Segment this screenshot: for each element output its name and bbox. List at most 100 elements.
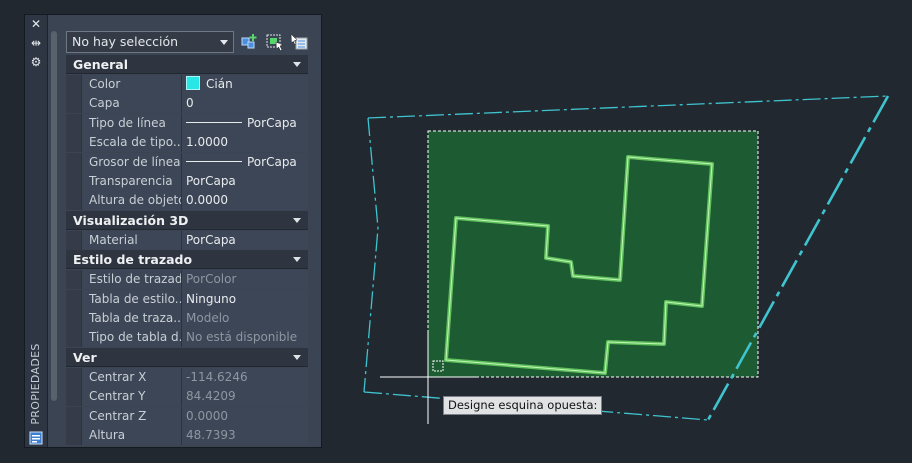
property-name: Tipo de tabla d... [82,328,182,348]
property-name: Tipo de línea [82,113,182,133]
property-value-text: 0.0000 [186,193,228,208]
property-name: Color [82,75,182,94]
property-row[interactable]: Tabla de traza... Modelo [66,309,308,328]
property-value-text: PorColor [186,272,237,287]
property-value-text: Cián [206,77,233,91]
scrollbar-thumb[interactable] [51,31,57,401]
property-value-text: PorCapa [247,115,297,130]
property-row[interactable]: Material PorCapa [66,230,308,250]
property-value-text: 0 [186,96,194,111]
row-gutter [66,113,82,133]
property-row[interactable]: Altura 48.7393 [66,426,308,445]
section-title: General [73,57,128,72]
property-value[interactable]: -114.6246 [182,367,308,387]
linetype-sample [186,160,242,162]
property-row[interactable]: Estilo de trazado PorColor [66,270,308,290]
property-value-text: Ninguno [186,291,237,306]
property-value[interactable]: PorColor [182,270,308,290]
property-name: Tabla de estilo... [82,289,182,309]
property-value[interactable]: 1.0000 [182,133,308,153]
quick-select-icon[interactable] [240,32,260,52]
section-header[interactable]: General [66,55,308,74]
row-gutter [66,426,82,445]
close-icon[interactable]: ✕ [28,17,44,31]
palette-title: PROPIEDADES [29,343,42,425]
property-value[interactable]: Cián [182,75,308,94]
property-value-text: PorCapa [186,232,236,247]
row-gutter [66,172,82,191]
chevron-down-icon[interactable] [293,354,301,360]
palette-scrollbar[interactable] [51,31,57,401]
property-name: Capa [82,94,182,114]
property-value[interactable]: PorCapa [182,152,308,172]
property-row[interactable]: Centrar Z 0.0000 [66,406,308,426]
property-value-text: 0.0000 [186,408,228,423]
property-name: Estilo de trazado [82,270,182,290]
property-value[interactable]: 84.4209 [182,387,308,407]
property-row[interactable]: Centrar Y 84.4209 [66,387,308,407]
section-title: Ver [73,349,97,365]
section-header[interactable]: Ver [66,347,308,367]
chevron-down-icon [220,40,228,45]
chevron-down-icon[interactable] [293,62,301,67]
row-gutter [66,387,82,407]
property-value[interactable]: PorCapa [182,230,308,250]
toggle-pickadd-icon[interactable] [289,32,309,52]
property-name: Tabla de traza... [82,309,182,328]
property-row[interactable]: Tabla de estilo... Ninguno [66,289,308,309]
property-value[interactable]: 48.7393 [182,426,308,445]
autohide-icon[interactable]: ⇹ [28,36,44,50]
chevron-down-icon[interactable] [293,217,301,223]
property-value-text: No está disponible [186,330,298,345]
chevron-down-icon[interactable] [293,257,301,263]
selection-dropdown[interactable]: No hay selección [66,31,234,53]
property-value[interactable]: Ninguno [182,289,308,309]
row-gutter [66,152,82,172]
property-row[interactable]: Color Cián [66,75,308,94]
selection-value: No hay selección [72,34,179,49]
row-gutter [66,94,82,114]
property-row[interactable]: Transparencia PorCapa [66,172,308,191]
linetype-sample [186,121,242,123]
property-value[interactable]: 0.0000 [182,191,308,211]
section-title: Estilo de trazado [73,252,193,268]
property-row[interactable]: Altura de objeto 0.0000 [66,191,308,211]
property-value-text: Modelo [186,311,230,325]
property-value-text: 84.4209 [186,389,236,404]
palette-titlebar[interactable]: ✕ ⇹ ⚙ PROPIEDADES [25,15,48,447]
properties-icon[interactable] [29,431,43,445]
property-name: Altura de objeto [82,191,182,211]
property-value[interactable]: No está disponible [182,328,308,348]
row-gutter [66,230,82,250]
property-row[interactable]: Capa 0 [66,94,308,114]
property-name: Centrar Y [82,387,182,407]
property-value-text: 1.0000 [186,135,228,150]
property-value[interactable]: 0 [182,94,308,114]
property-value[interactable]: PorCapa [182,172,308,191]
section-header[interactable]: Visualización 3D [66,210,308,230]
palette-settings-icon[interactable]: ⚙ [28,55,44,69]
property-row[interactable]: Grosor de línea PorCapa [66,152,308,172]
property-row[interactable]: Tipo de tabla d... No está disponible [66,328,308,348]
selection-window [427,130,759,378]
property-value[interactable]: Modelo [182,309,308,328]
row-gutter [66,289,82,309]
section-header[interactable]: Estilo de trazado [66,250,308,270]
property-name: Centrar X [82,367,182,387]
property-value-text: -114.6246 [186,369,248,384]
property-value-text: PorCapa [186,174,236,188]
select-objects-icon[interactable] [265,32,285,52]
property-value[interactable]: 0.0000 [182,406,308,426]
property-row[interactable]: Escala de tipo... 1.0000 [66,133,308,153]
properties-palette: ✕ ⇹ ⚙ PROPIEDADES No hay selección Gener… [24,14,322,448]
property-row[interactable]: Centrar X -114.6246 [66,367,308,387]
property-name: Grosor de línea [82,152,182,172]
property-name: Altura [82,426,182,445]
property-row[interactable]: Tipo de línea PorCapa [66,113,308,133]
property-name: Transparencia [82,172,182,191]
row-gutter [66,328,82,348]
command-tooltip: Designe esquina opuesta: [443,396,603,415]
property-value[interactable]: PorCapa [182,113,308,133]
property-name: Escala de tipo... [82,133,182,153]
property-name: Material [82,230,182,250]
